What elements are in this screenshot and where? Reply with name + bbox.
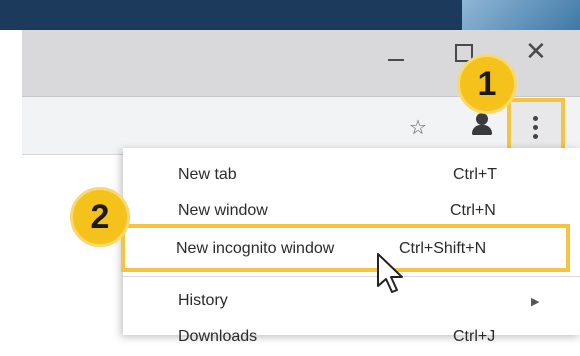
menu-item-shortcut: Ctrl+J — [453, 328, 496, 345]
menu-item-label: Downloads — [178, 328, 258, 345]
menu-item-new-tab[interactable]: New tab Ctrl+T — [123, 158, 580, 194]
step-badge-2: 2 — [70, 187, 130, 247]
menu-item-shortcut: Ctrl+Shift+N — [399, 240, 487, 257]
menu-item-shortcut: Ctrl+T — [453, 166, 497, 183]
star-icon[interactable]: ☆ — [409, 115, 427, 140]
menu-item-label: History — [178, 292, 228, 309]
submenu-arrow-icon: ▶ — [531, 296, 540, 308]
menu-item-downloads[interactable]: Downloads Ctrl+J — [123, 320, 580, 356]
minimize-button[interactable] — [383, 46, 409, 70]
kebab-menu-icon — [533, 116, 539, 140]
profile-icon-head — [476, 113, 488, 125]
mouse-cursor-icon — [375, 252, 407, 301]
profile-icon[interactable] — [470, 112, 494, 136]
page-margin — [0, 0, 22, 335]
menu-divider — [123, 276, 580, 277]
menu-item-label: New incognito window — [176, 240, 335, 257]
menu-item-label: New window — [178, 202, 268, 219]
profile-icon-body — [472, 125, 492, 135]
menu-item-shortcut: Ctrl+N — [450, 202, 496, 219]
close-button[interactable]: ✕ — [525, 38, 551, 66]
menu-item-label: New tab — [178, 166, 237, 183]
menu-item-history[interactable]: History — [123, 284, 580, 320]
step-badge-1: 1 — [457, 54, 517, 114]
